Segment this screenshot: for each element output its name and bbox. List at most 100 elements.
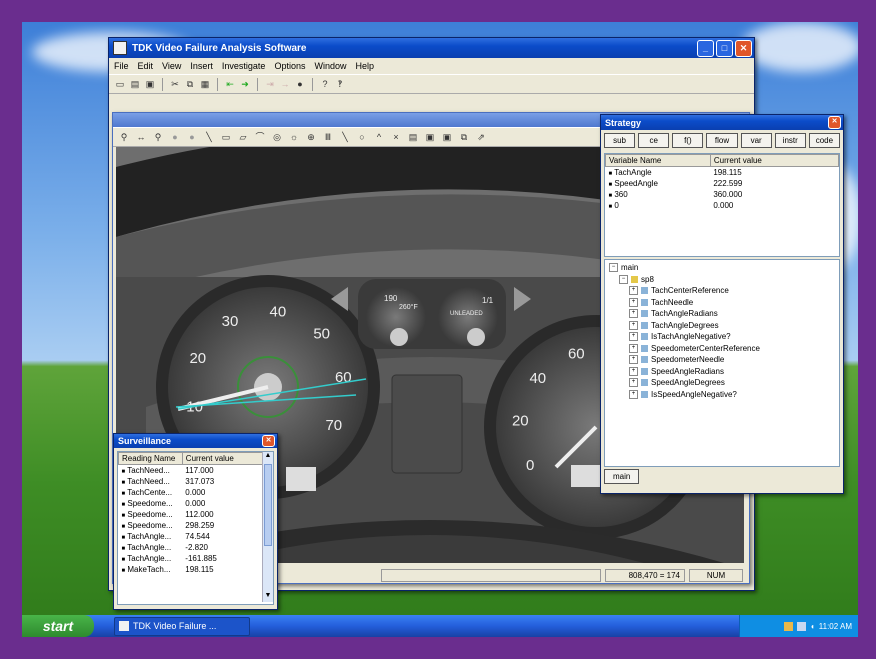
tree-item[interactable]: + TachCenterReference: [609, 285, 835, 297]
reading-row[interactable]: ■ TachAngle... 74.544: [119, 531, 264, 542]
circle-icon[interactable]: ○: [356, 131, 368, 143]
brightness-icon[interactable]: ☼: [288, 131, 300, 143]
arc-tool-icon[interactable]: ⌒: [254, 131, 266, 143]
tree-item[interactable]: + SpeedAngleRadians: [609, 366, 835, 378]
start-button[interactable]: start: [22, 615, 94, 637]
new-file-icon[interactable]: ▭: [114, 78, 126, 90]
menu-window[interactable]: Window: [314, 61, 346, 71]
pan-icon[interactable]: ↔: [135, 131, 147, 143]
tree-item[interactable]: + SpeedometerNeedle: [609, 354, 835, 366]
minimize-button[interactable]: _: [697, 39, 714, 57]
bars-icon[interactable]: Ⅲ: [322, 131, 334, 143]
menu-view[interactable]: View: [162, 61, 181, 71]
zoom-icon[interactable]: ⚲: [118, 131, 130, 143]
record-icon[interactable]: ●: [169, 131, 181, 143]
strategy-close-button[interactable]: ✕: [828, 116, 841, 129]
col-reading-name[interactable]: Reading Name: [118, 452, 183, 465]
reading-row[interactable]: ■ TachAngle... -161.885: [119, 553, 264, 564]
strategy-ce-button[interactable]: ce: [638, 133, 670, 148]
expand-icon[interactable]: +: [629, 355, 638, 365]
variable-row[interactable]: ■ TachAngle 198.115: [606, 167, 839, 179]
reading-row[interactable]: ■ Speedome... 112.000: [119, 509, 264, 520]
menu-insert[interactable]: Insert: [190, 61, 213, 71]
collapse-icon[interactable]: −: [609, 263, 618, 273]
region-tool-icon[interactable]: ▱: [237, 131, 249, 143]
reading-row[interactable]: ■ TachAngle... -2.820: [119, 542, 264, 553]
scroll-up-icon[interactable]: ▲: [263, 452, 273, 462]
strategy-sub-button[interactable]: sub: [604, 133, 636, 148]
expand-icon[interactable]: +: [629, 389, 638, 399]
export-icon[interactable]: ⇗: [475, 131, 487, 143]
menu-edit[interactable]: Edit: [138, 61, 154, 71]
col-variable-name[interactable]: Variable Name: [605, 154, 711, 167]
record-icon[interactable]: ●: [186, 131, 198, 143]
expand-icon[interactable]: +: [629, 286, 638, 296]
menu-options[interactable]: Options: [274, 61, 305, 71]
strategy-code-button[interactable]: code: [808, 133, 840, 148]
menu-file[interactable]: File: [114, 61, 129, 71]
tree-item[interactable]: + IsSpeedAngleNegative?: [609, 389, 835, 401]
variable-row[interactable]: ■ 0 0.000: [606, 200, 839, 211]
col-reading-value[interactable]: Current value: [181, 452, 265, 465]
circle-detect-icon[interactable]: ⊕: [305, 131, 317, 143]
tree-item[interactable]: + SpeedAngleDegrees: [609, 377, 835, 389]
cut-icon[interactable]: ✂: [169, 78, 181, 90]
reading-row[interactable]: ■ MakeTach... 198.115: [119, 564, 264, 575]
menu-investigate[interactable]: Investigate: [222, 61, 266, 71]
reading-row[interactable]: ■ TachNeed... 317.073: [119, 476, 264, 487]
tree-item[interactable]: + SpeedometerCenterReference: [609, 343, 835, 355]
tree-root[interactable]: − main: [609, 262, 835, 274]
expand-icon[interactable]: +: [629, 343, 638, 353]
scroll-thumb[interactable]: [264, 464, 272, 546]
caret-icon[interactable]: ^: [373, 131, 385, 143]
tree-item[interactable]: + TachAngleDegrees: [609, 320, 835, 332]
menu-help[interactable]: Help: [355, 61, 374, 71]
expand-icon[interactable]: +: [629, 378, 638, 388]
cross-icon[interactable]: ×: [390, 131, 402, 143]
strategy-titlebar[interactable]: Strategy ✕: [601, 115, 843, 130]
reading-row[interactable]: ■ Speedome... 298.259: [119, 520, 264, 531]
volume-icon[interactable]: ◖: [810, 622, 815, 631]
strategy-var-button[interactable]: var: [740, 133, 772, 148]
tree-item[interactable]: + IsTachAngleNegative?: [609, 331, 835, 343]
close-button[interactable]: ✕: [735, 39, 752, 57]
vertical-scrollbar[interactable]: ▲ ▼: [262, 452, 273, 602]
variable-row[interactable]: ■ 360 360.000: [606, 189, 839, 200]
target-icon[interactable]: ◎: [271, 131, 283, 143]
play-icon[interactable]: ➜: [239, 78, 251, 90]
collapse-icon[interactable]: −: [619, 274, 628, 284]
copy-icon[interactable]: ⧉: [184, 78, 196, 90]
surveillance-close-button[interactable]: ✕: [262, 435, 275, 447]
paste-icon[interactable]: ▦: [199, 78, 211, 90]
taskbar-app-button[interactable]: TDK Video Failure ...: [114, 616, 250, 636]
tree-item[interactable]: + TachNeedle: [609, 297, 835, 309]
stop-icon[interactable]: ●: [294, 78, 306, 90]
rect-tool-icon[interactable]: ▭: [220, 131, 232, 143]
surveillance-titlebar[interactable]: Surveillance ✕: [114, 434, 277, 448]
pause-icon[interactable]: ⇥: [264, 78, 276, 90]
variable-row[interactable]: ■ SpeedAngle 222.599: [606, 178, 839, 189]
strategy-f-button[interactable]: f(): [672, 133, 704, 148]
probe-icon[interactable]: ⚲: [152, 131, 164, 143]
maximize-button[interactable]: □: [716, 39, 733, 57]
open-icon[interactable]: ▤: [407, 131, 419, 143]
strategy-instr-button[interactable]: instr: [774, 133, 806, 148]
save-all-icon[interactable]: ▣: [441, 131, 453, 143]
reading-row[interactable]: ■ TachCente... 0.000: [119, 487, 264, 498]
help-icon[interactable]: ?: [319, 78, 331, 90]
tray-icon[interactable]: [796, 621, 806, 631]
tree-item[interactable]: + TachAngleRadians: [609, 308, 835, 320]
expand-icon[interactable]: +: [629, 320, 638, 330]
context-help-icon[interactable]: ‽: [334, 78, 346, 90]
expand-icon[interactable]: +: [629, 309, 638, 319]
reading-row[interactable]: ■ TachNeed... 117.000: [119, 465, 264, 477]
col-current-value[interactable]: Current value: [709, 154, 840, 167]
tray-icon[interactable]: [783, 621, 793, 631]
expand-icon[interactable]: +: [629, 332, 638, 342]
main-titlebar[interactable]: TDK Video Failure Analysis Software _ □ …: [109, 38, 754, 58]
step-back-icon[interactable]: ⇤: [224, 78, 236, 90]
reading-row[interactable]: ■ Speedome... 0.000: [119, 498, 264, 509]
scroll-down-icon[interactable]: ▼: [263, 592, 273, 602]
expand-icon[interactable]: +: [629, 366, 638, 376]
line-tool-icon[interactable]: ╲: [203, 131, 215, 143]
